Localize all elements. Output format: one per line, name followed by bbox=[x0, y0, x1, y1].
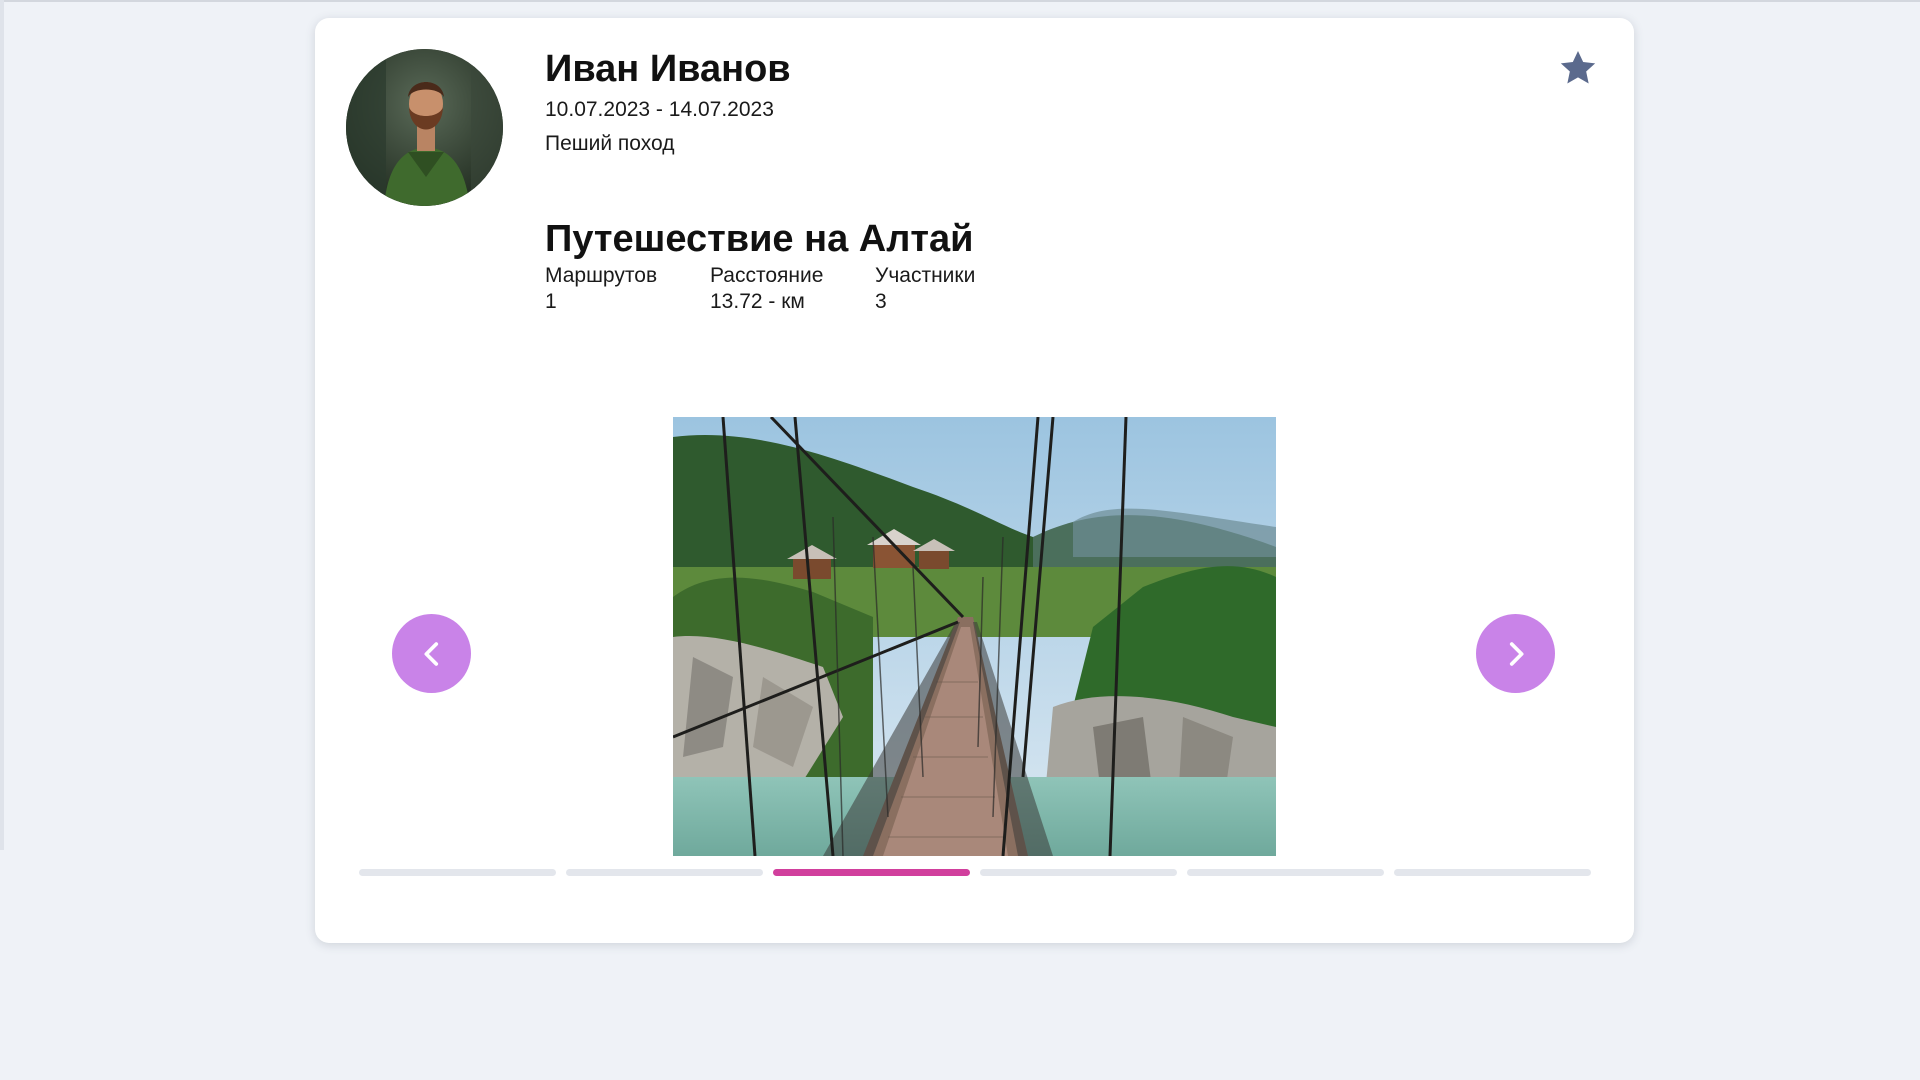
author-name[interactable]: Иван Иванов bbox=[545, 48, 791, 91]
stat-distance-value: 13.72 - км bbox=[710, 290, 805, 313]
star-icon bbox=[1560, 51, 1596, 84]
stat-members-label: Участники bbox=[875, 264, 976, 287]
carousel-indicator[interactable] bbox=[773, 869, 970, 876]
stat-distance-label: Расстояние bbox=[710, 264, 824, 287]
trip-type: Пеший поход bbox=[545, 132, 675, 155]
carousel-indicator[interactable] bbox=[566, 869, 763, 876]
trip-dates: 10.07.2023 - 14.07.2023 bbox=[545, 98, 774, 121]
stat-routes: Маршрутов 1 bbox=[545, 264, 657, 314]
carousel-indicator[interactable] bbox=[1187, 869, 1384, 876]
suspension-bridge-photo bbox=[673, 417, 1276, 856]
trip-title: Путешествие на Алтай bbox=[545, 218, 974, 260]
carousel-indicator[interactable] bbox=[359, 869, 556, 876]
trip-post-card: Иван Иванов 10.07.2023 - 14.07.2023 Пеши… bbox=[315, 18, 1634, 943]
carousel-indicator[interactable] bbox=[980, 869, 1177, 876]
carousel-photo[interactable] bbox=[673, 417, 1276, 856]
stat-routes-value: 1 bbox=[545, 290, 557, 313]
carousel-indicator[interactable] bbox=[1394, 869, 1591, 876]
stat-distance: Расстояние 13.72 - км bbox=[710, 264, 823, 314]
favorite-button[interactable] bbox=[1558, 48, 1598, 88]
stat-members-value: 3 bbox=[875, 290, 887, 313]
avatar-photo bbox=[346, 49, 503, 206]
chevron-left-icon bbox=[423, 641, 438, 666]
carousel-next-button[interactable] bbox=[1476, 614, 1555, 693]
carousel-indicators bbox=[359, 869, 1591, 876]
avatar[interactable] bbox=[346, 49, 503, 206]
window-top-border bbox=[0, 0, 1920, 2]
side-panel-edge bbox=[0, 0, 4, 850]
carousel-prev-button[interactable] bbox=[392, 614, 471, 693]
stat-routes-label: Маршрутов bbox=[545, 264, 658, 287]
stat-members: Участники 3 bbox=[875, 264, 975, 314]
chevron-right-icon bbox=[1509, 641, 1524, 666]
